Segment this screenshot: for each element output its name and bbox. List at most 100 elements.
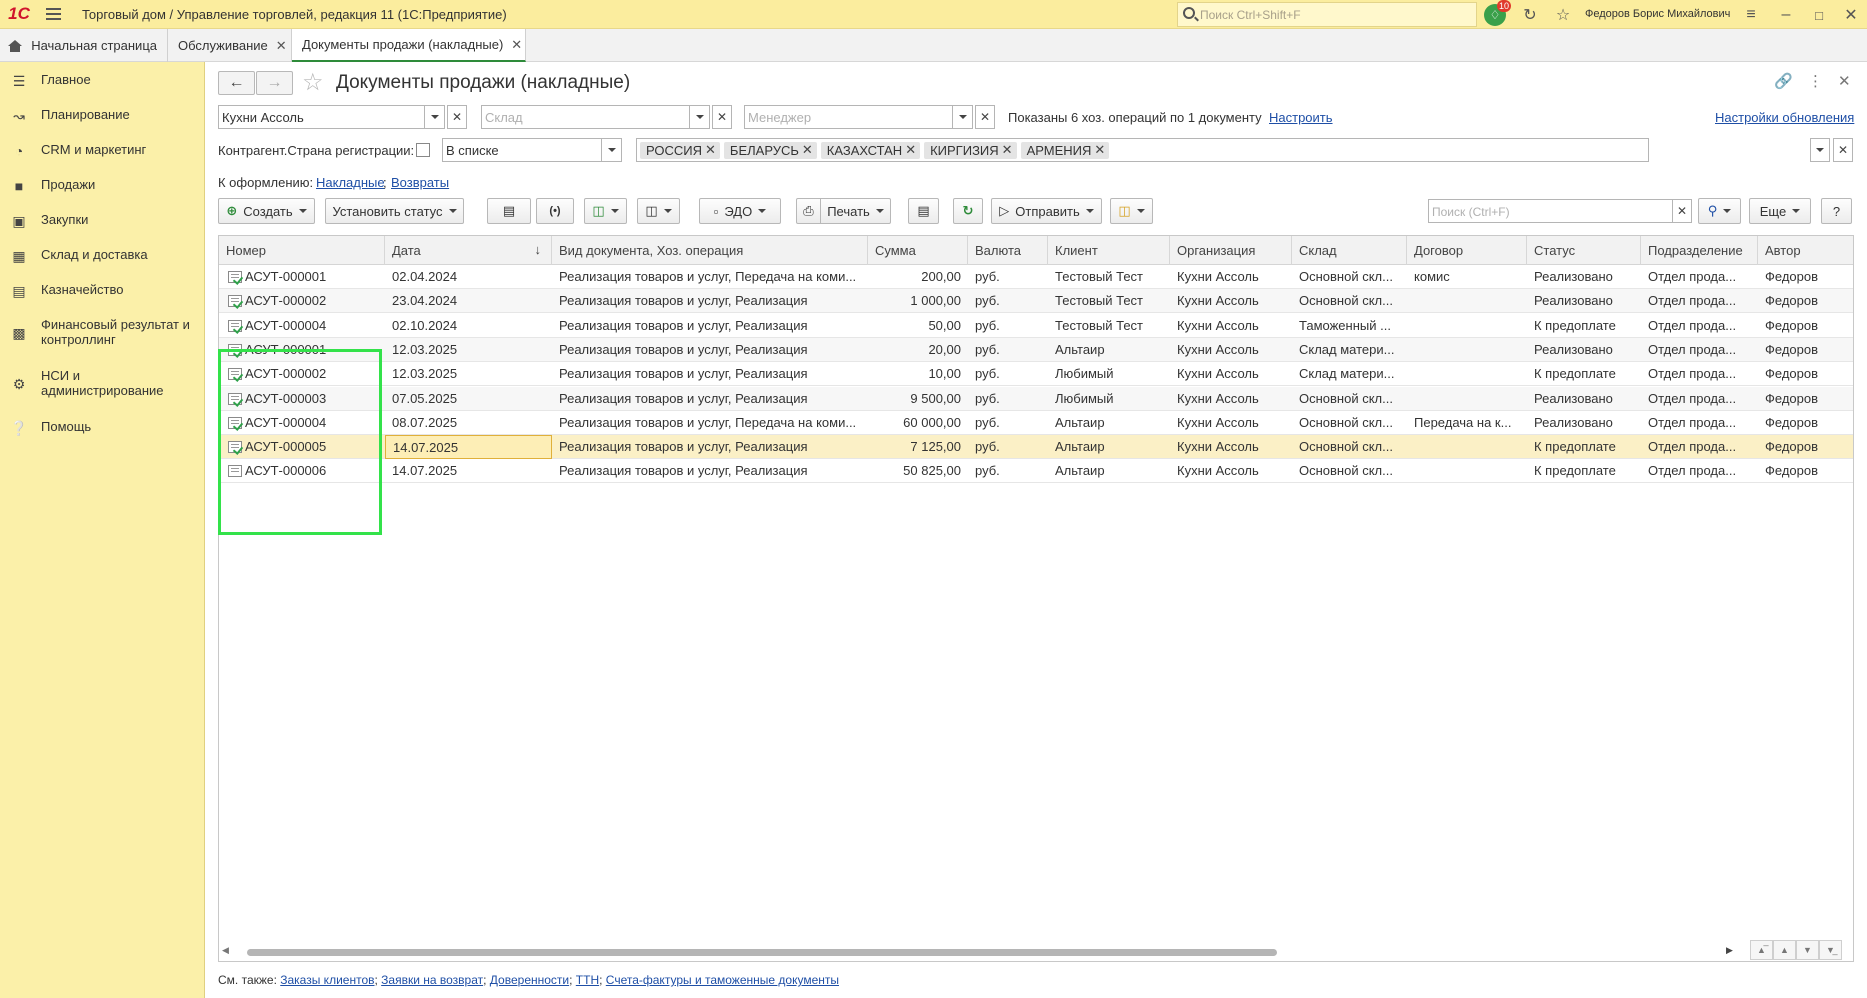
cell-status[interactable]: Реализовано [1527, 411, 1641, 435]
column-header-date[interactable]: Дата ↓ [385, 236, 552, 265]
cell-date[interactable]: 12.03.2025 [385, 362, 552, 386]
print-button[interactable]: Печать [820, 198, 891, 224]
column-header-sum[interactable]: Сумма [868, 236, 968, 265]
cell-sum[interactable]: 7 125,00 [868, 435, 968, 459]
cell-client[interactable]: Любимый [1048, 387, 1170, 411]
cell-org[interactable]: Кухни Ассоль [1170, 338, 1292, 362]
forward-button[interactable]: → [256, 71, 293, 95]
sidebar-item-financial-result[interactable]: ▩ Финансовый результат и контроллинг [0, 317, 205, 351]
cell-dept[interactable]: Отдел прода... [1641, 411, 1758, 435]
cell-kind[interactable]: Реализация товаров и услуг, Реализация [552, 387, 868, 411]
cell-org[interactable]: Кухни Ассоль [1170, 289, 1292, 313]
cell-sum[interactable]: 200,00 [868, 265, 968, 289]
current-user[interactable]: Федоров Борис Михайлович [1585, 8, 1730, 20]
organization-filter-input[interactable]: Кухни Ассоль [218, 105, 425, 129]
scroll-up-button[interactable]: ▲ [1773, 940, 1796, 960]
cell-date[interactable]: 12.03.2025 [385, 338, 552, 362]
cell-author[interactable]: Федоров [1758, 338, 1853, 362]
barcode-scan-button[interactable]: ▤ [487, 198, 531, 224]
country-mode-dropdown-button[interactable] [602, 138, 622, 162]
cell-org[interactable]: Кухни Ассоль [1170, 435, 1292, 459]
cell-contract[interactable] [1407, 459, 1527, 483]
main-menu-icon[interactable] [38, 0, 68, 29]
cell-cur[interactable]: руб. [968, 387, 1048, 411]
cell-author[interactable]: Федоров [1758, 459, 1853, 483]
to-process-returns-link[interactable]: Возвраты [391, 175, 449, 190]
table-row[interactable]: АСУТ-000002 23.04.2024 Реализация товаров … [219, 289, 1853, 314]
based-on-button[interactable]: ◫ [584, 198, 627, 224]
cell-status[interactable]: К предоплате [1527, 435, 1641, 459]
scroll-right-icon[interactable]: ▶ [1726, 945, 1733, 956]
organization-dropdown-button[interactable] [425, 105, 445, 129]
exchange-button[interactable]: (•) [536, 198, 574, 224]
organization-clear-button[interactable]: ✕ [447, 105, 467, 129]
cell-client[interactable]: Тестовый Тест [1048, 314, 1170, 338]
cell-kind[interactable]: Реализация товаров и услуг, Передача на … [552, 411, 868, 435]
sidebar-item-admin[interactable]: ⚙ НСИ и администрирование [0, 368, 205, 402]
manager-dropdown-button[interactable] [953, 105, 973, 129]
sidebar-item-crm[interactable]: ◔ CRM и маркетинг [0, 142, 205, 164]
country-filter-checkbox[interactable] [416, 143, 430, 157]
cell-cur[interactable]: руб. [968, 289, 1048, 313]
table-row[interactable]: АСУТ-000005 14.07.2025 Реализация товаров … [219, 435, 1853, 460]
column-header-client[interactable]: Клиент [1048, 236, 1170, 265]
table-row[interactable]: АСУТ-000004 08.07.2025 Реализация товаров … [219, 411, 1853, 435]
attachments-button[interactable]: ◫ [1110, 198, 1153, 224]
cell-client[interactable]: Альтаир [1048, 411, 1170, 435]
column-header-kind[interactable]: Вид документа, Хоз. операция [552, 236, 868, 265]
cell-wh[interactable]: Основной скл... [1292, 459, 1407, 483]
global-search-input[interactable]: Поиск Ctrl+Shift+F [1177, 2, 1477, 27]
close-form-icon[interactable]: ✕ [1838, 72, 1851, 90]
cell-sum[interactable]: 1 000,00 [868, 289, 968, 313]
edo-button[interactable]: ▫ ЭДО [699, 198, 781, 224]
see-also-link-returns[interactable]: Заявки на возврат [381, 973, 483, 987]
help-button[interactable]: ? [1821, 198, 1852, 224]
table-row[interactable]: АСУТ-000001 12.03.2025 Реализация товаров … [219, 337, 1853, 362]
cell-date[interactable]: 08.07.2025 [385, 411, 552, 435]
column-header-organization[interactable]: Организация [1170, 236, 1292, 265]
scroll-down-button[interactable]: ▼ [1796, 940, 1819, 960]
configure-link[interactable]: Настроить [1269, 110, 1333, 125]
back-button[interactable]: ← [218, 71, 255, 95]
link-icon[interactable]: 🔗 [1774, 72, 1793, 90]
see-also-link-ttn[interactable]: ТТН [576, 973, 599, 987]
country-values-dropdown-button[interactable] [1810, 138, 1830, 162]
cell-author[interactable]: Федоров [1758, 411, 1853, 435]
print-icon-button[interactable]: ⎙ [796, 198, 821, 224]
cell-wh[interactable]: Таможенный ... [1292, 314, 1407, 338]
cell-cur[interactable]: руб. [968, 411, 1048, 435]
column-header-currency[interactable]: Валюта [968, 236, 1048, 265]
cell-client[interactable]: Тестовый Тест [1048, 265, 1170, 289]
cell-date[interactable]: 14.07.2025 [385, 459, 552, 483]
set-status-button[interactable]: Установить статус [325, 198, 464, 224]
manager-clear-button[interactable]: ✕ [975, 105, 995, 129]
cell-kind[interactable]: Реализация товаров и услуг, Реализация [552, 338, 868, 362]
list-search-clear-button[interactable]: ✕ [1672, 199, 1692, 223]
cell-wh[interactable]: Склад матери... [1292, 362, 1407, 386]
manager-filter-input[interactable]: Менеджер [744, 105, 953, 129]
cell-author[interactable]: Федоров [1758, 362, 1853, 386]
cell-status[interactable]: Реализовано [1527, 265, 1641, 289]
cell-dept[interactable]: Отдел прода... [1641, 265, 1758, 289]
cell-author[interactable]: Федоров [1758, 387, 1853, 411]
related-documents-button[interactable]: ◫ [637, 198, 680, 224]
refresh-button[interactable]: ↻ [953, 198, 983, 224]
cell-contract[interactable] [1407, 435, 1527, 459]
cell-client[interactable]: Альтаир [1048, 435, 1170, 459]
cell-status[interactable]: К предоплате [1527, 362, 1641, 386]
scroll-left-icon[interactable]: ◀ [222, 945, 229, 956]
country-values-clear-button[interactable]: ✕ [1833, 138, 1853, 162]
table-row[interactable]: АСУТ-000002 12.03.2025 Реализация товаров … [219, 362, 1853, 387]
remove-chip-icon[interactable]: ✕ [802, 142, 813, 158]
cell-kind[interactable]: Реализация товаров и услуг, Передача на … [552, 265, 868, 289]
remove-chip-icon[interactable]: ✕ [1094, 142, 1105, 158]
cell-contract[interactable] [1407, 338, 1527, 362]
cell-org[interactable]: Кухни Ассоль [1170, 362, 1292, 386]
cell-kind[interactable]: Реализация товаров и услуг, Реализация [552, 314, 868, 338]
cell-contract[interactable]: Передача на к... [1407, 411, 1527, 435]
cell-author[interactable]: Федоров [1758, 289, 1853, 313]
cell-kind[interactable]: Реализация товаров и услуг, Реализация [552, 459, 868, 483]
tab-sales-documents[interactable]: Документы продажи (накладные) ✕ [292, 29, 526, 62]
sidebar-item-main[interactable]: ☰ Главное [0, 72, 205, 94]
cell-kind[interactable]: Реализация товаров и услуг, Реализация [552, 435, 868, 459]
